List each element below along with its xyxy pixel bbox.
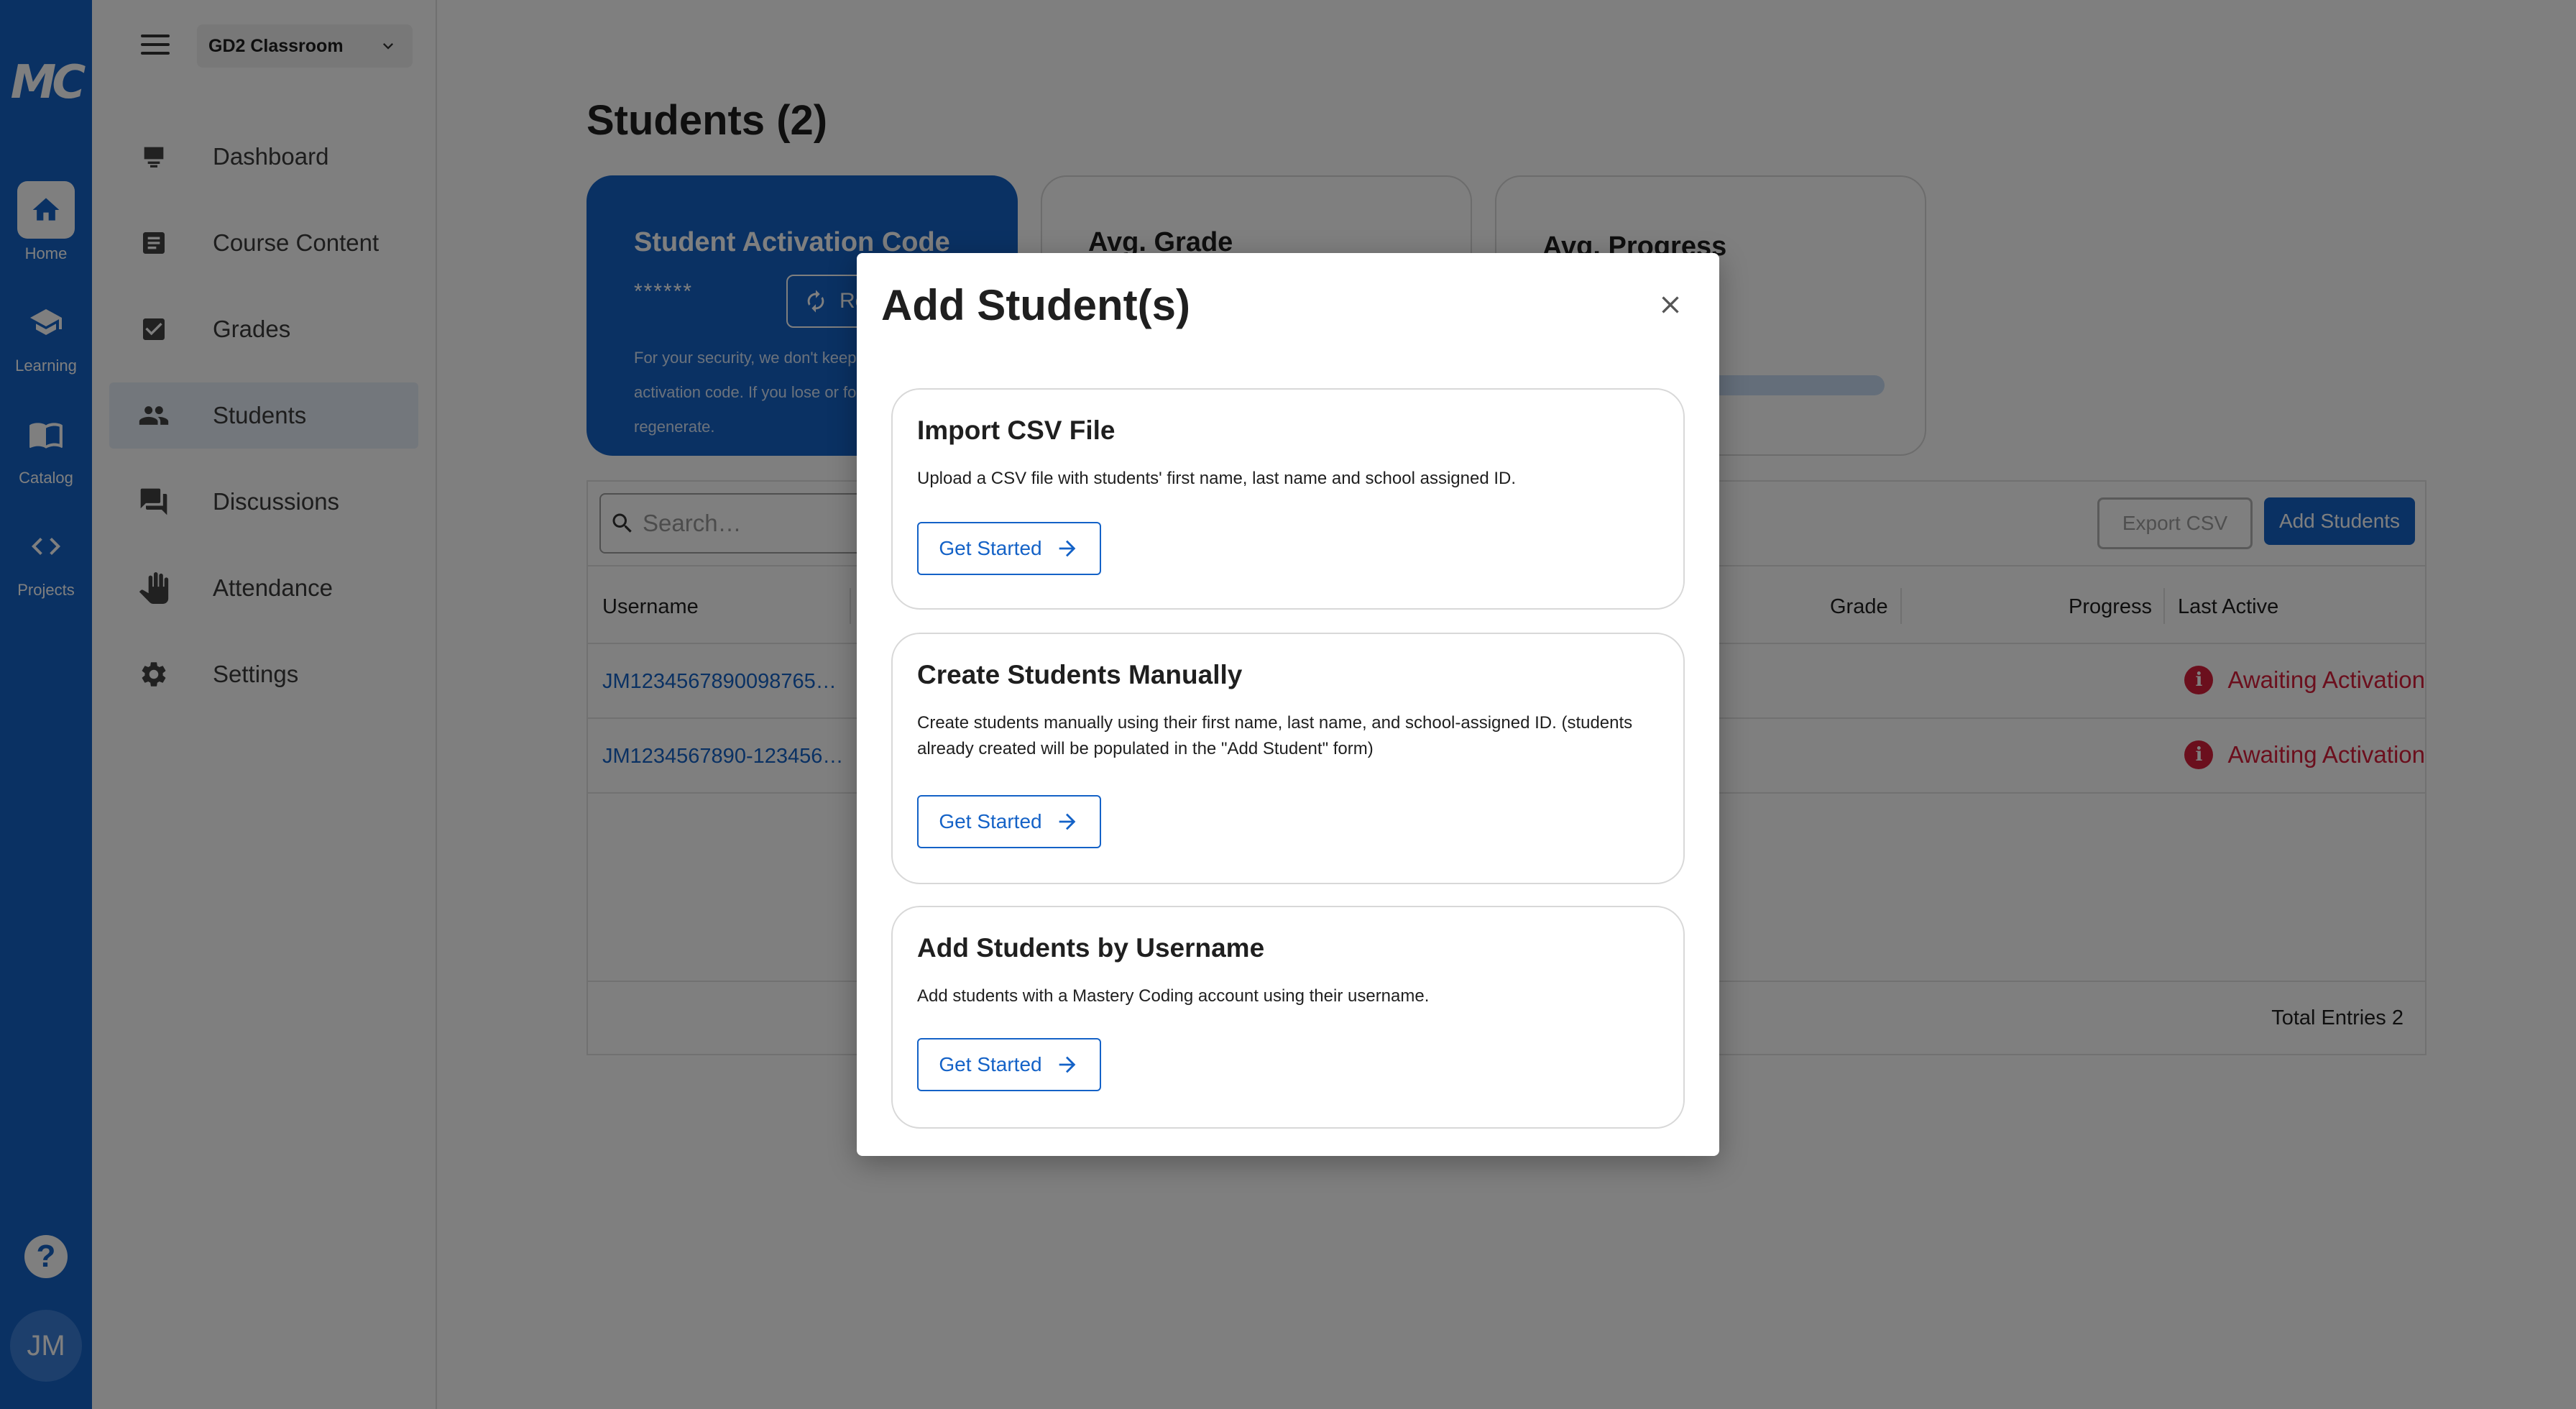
- add-students-modal: Add Student(s) Import CSV File Upload a …: [857, 253, 1719, 1156]
- option-import-csv: Import CSV File Upload a CSV file with s…: [891, 388, 1685, 610]
- close-icon[interactable]: [1656, 290, 1685, 319]
- button-label: Get Started: [939, 1053, 1042, 1075]
- option-description: Create students manually using their fir…: [917, 713, 1633, 758]
- option-create-manually: Create Students Manually Create students…: [891, 633, 1685, 884]
- button-label: Get Started: [939, 537, 1042, 559]
- create-manually-get-started-button[interactable]: Get Started: [917, 795, 1101, 848]
- option-title: Create Students Manually: [917, 660, 1243, 689]
- button-label: Get Started: [939, 810, 1042, 832]
- option-title: Add Students by Username: [917, 933, 1265, 963]
- modal-title: Add Student(s): [881, 281, 1190, 329]
- arrow-right-icon: [1059, 540, 1075, 557]
- import-csv-get-started-button[interactable]: Get Started: [917, 522, 1101, 575]
- option-add-by-username: Add Students by Username Add students wi…: [891, 906, 1685, 1129]
- option-description: Upload a CSV file with students' first n…: [917, 469, 1517, 488]
- arrow-right-icon: [1059, 1056, 1075, 1073]
- option-title: Import CSV File: [917, 416, 1116, 445]
- arrow-right-icon: [1059, 813, 1075, 830]
- option-description: Add students with a Mastery Coding accou…: [917, 986, 1430, 1006]
- add-by-username-get-started-button[interactable]: Get Started: [917, 1038, 1101, 1091]
